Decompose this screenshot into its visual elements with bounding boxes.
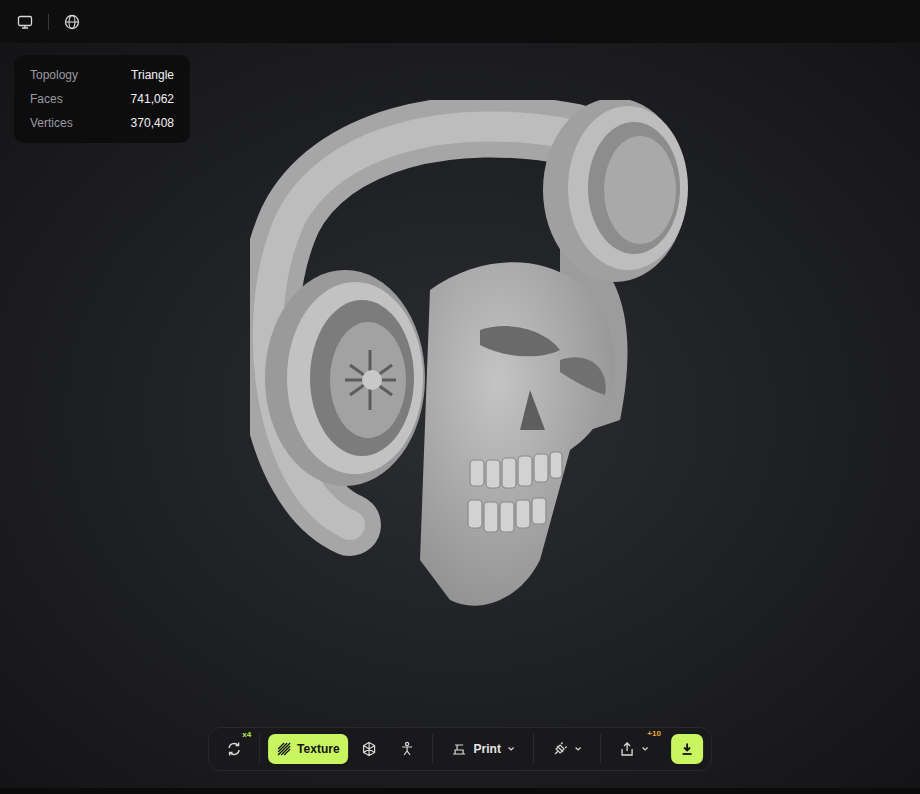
chevron-down-icon	[574, 745, 582, 753]
turbo-skull-model[interactable]	[250, 100, 690, 620]
share-icon	[619, 741, 635, 757]
bottom-toolbar: x4 Texture Print +10	[208, 727, 712, 771]
model-viewer: Topology Triangle Faces 741,062 Vertices 370,…	[0, 0, 920, 794]
toolbar-separator	[600, 734, 601, 764]
bottom-strip	[0, 788, 920, 794]
toolbar-separator	[433, 734, 434, 764]
viewport[interactable]: Topology Triangle Faces 741,062 Vertices 370,…	[0, 43, 920, 788]
plugin-button[interactable]	[542, 734, 592, 764]
stat-label: Topology	[30, 63, 78, 87]
toolbar-separator	[533, 734, 534, 764]
stat-row: Faces 741,062	[30, 87, 174, 111]
stat-row: Vertices 370,408	[30, 111, 174, 135]
cube-icon	[362, 741, 378, 757]
rotate-badge: x4	[242, 730, 251, 740]
printer-icon	[452, 741, 468, 757]
texture-button[interactable]: Texture	[268, 734, 348, 764]
rotate-icon	[226, 741, 242, 757]
rig-icon	[400, 741, 416, 757]
stats-panel: Topology Triangle Faces 741,062 Vertices 370,…	[14, 55, 190, 143]
plug-icon	[552, 741, 568, 757]
stat-value: Triangle	[131, 63, 174, 87]
world-view-button[interactable]	[61, 11, 83, 33]
share-badge: +10	[647, 729, 661, 739]
stat-value: 741,062	[131, 87, 174, 111]
print-button[interactable]: Print	[442, 734, 525, 764]
stat-label: Faces	[30, 87, 63, 111]
rotate-button[interactable]: x4	[217, 734, 251, 764]
top-separator	[48, 14, 49, 30]
download-icon	[680, 742, 694, 756]
stat-label: Vertices	[30, 111, 73, 135]
chevron-down-icon	[507, 745, 515, 753]
hatch-icon	[277, 742, 291, 756]
print-label: Print	[474, 742, 501, 756]
toolbar-separator	[259, 734, 260, 764]
texture-label: Texture	[297, 742, 339, 756]
download-button[interactable]	[671, 734, 703, 764]
rig-button[interactable]	[391, 734, 425, 764]
globe-icon	[64, 14, 80, 30]
stat-row: Topology Triangle	[30, 63, 174, 87]
top-bar	[0, 0, 920, 43]
chevron-down-icon	[641, 745, 649, 753]
monitor-icon	[17, 14, 33, 30]
share-button[interactable]: +10	[609, 734, 663, 764]
desktop-view-button[interactable]	[14, 11, 36, 33]
mesh-button[interactable]	[353, 734, 387, 764]
stat-value: 370,408	[131, 111, 174, 135]
